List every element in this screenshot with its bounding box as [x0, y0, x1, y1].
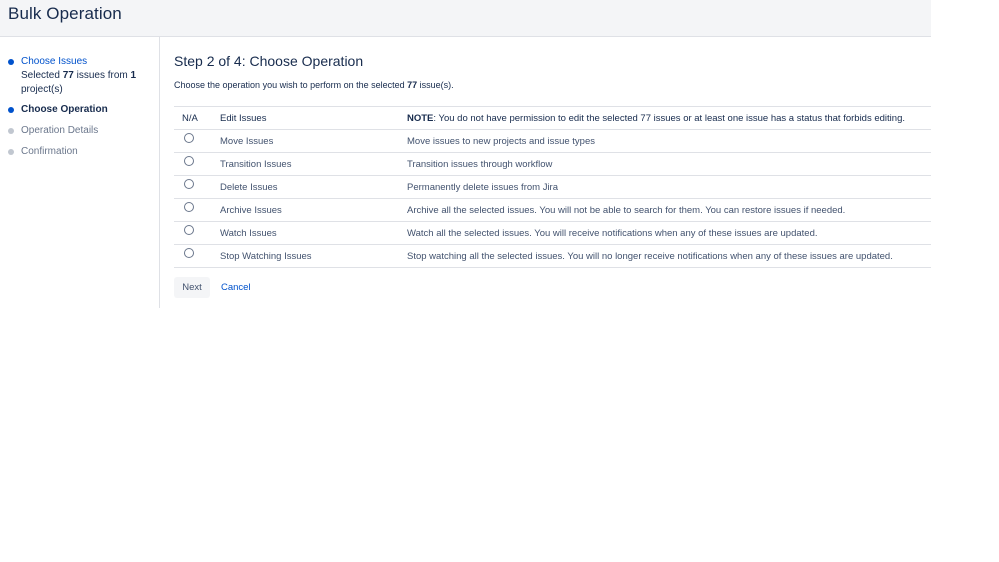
selected-issue-count: 77: [62, 70, 74, 81]
operation-description: Archive all the selected issues. You wil…: [407, 204, 846, 216]
operation-row-stop-watching-issues[interactable]: Stop Watching Issues Stop watching all t…: [174, 244, 931, 268]
operation-name: Delete Issues: [220, 181, 278, 193]
page-title: Bulk Operation: [8, 4, 122, 23]
step-pending-dot-icon: [8, 149, 14, 155]
move-issues-radio[interactable]: [184, 132, 194, 143]
operation-row-delete-issues[interactable]: Delete Issues Permanently delete issues …: [174, 175, 931, 199]
operation-name: Move Issues: [220, 135, 274, 147]
step-choose-issues-link[interactable]: Choose Issues: [21, 56, 87, 67]
selected-project-count: 1: [130, 70, 137, 81]
operation-row-move-issues[interactable]: Move Issues Move issues to new projects …: [174, 129, 931, 153]
step-current-dot-icon: [8, 107, 14, 113]
archive-issues-radio[interactable]: [184, 201, 194, 212]
operation-name: Archive Issues: [220, 204, 282, 216]
selection-summary: Selected 77 issues from 1 project(s): [21, 70, 137, 95]
cancel-link[interactable]: Cancel: [221, 282, 251, 293]
delete-issues-radio[interactable]: [184, 178, 194, 189]
operation-description: Move issues to new projects and issue ty…: [407, 135, 595, 147]
operation-name: Transition Issues: [220, 158, 292, 170]
watch-issues-radio[interactable]: [184, 224, 194, 235]
wizard-steps-sidebar: Choose Issues Selected 77 issues from 1 …: [0, 37, 160, 308]
operation-name: Stop Watching Issues: [220, 250, 312, 262]
step-description: Choose the operation you wish to perform…: [174, 80, 454, 90]
operation-row-edit-issues: N/A Edit Issues NOTE: You do not have pe…: [174, 106, 931, 130]
operation-description: Watch all the selected issues. You will …: [407, 227, 818, 239]
operation-name: Watch Issues: [220, 227, 277, 239]
operation-row-archive-issues[interactable]: Archive Issues Archive all the selected …: [174, 198, 931, 222]
operation-description: Permanently delete issues from Jira: [407, 181, 559, 193]
step-complete-dot-icon: [8, 59, 14, 65]
step-heading: Step 2 of 4: Choose Operation: [174, 53, 364, 69]
step-pending-dot-icon: [8, 128, 14, 134]
next-button[interactable]: Next: [174, 277, 210, 298]
operation-row-transition-issues[interactable]: Transition Issues Transition issues thro…: [174, 152, 931, 176]
operation-description: Stop watching all the selected issues. Y…: [407, 250, 893, 262]
operation-note: NOTE: You do not have permission to edit…: [407, 112, 905, 124]
operation-description: Transition issues through workflow: [407, 158, 553, 170]
operations-table: N/A Edit Issues NOTE: You do not have pe…: [174, 106, 931, 268]
transition-issues-radio[interactable]: [184, 155, 194, 166]
operation-row-watch-issues[interactable]: Watch Issues Watch all the selected issu…: [174, 221, 931, 245]
page-header: Bulk Operation: [0, 0, 931, 37]
operation-name: Edit Issues: [220, 112, 267, 124]
not-available-label: N/A: [182, 112, 198, 124]
stop-watching-issues-radio[interactable]: [184, 247, 194, 258]
